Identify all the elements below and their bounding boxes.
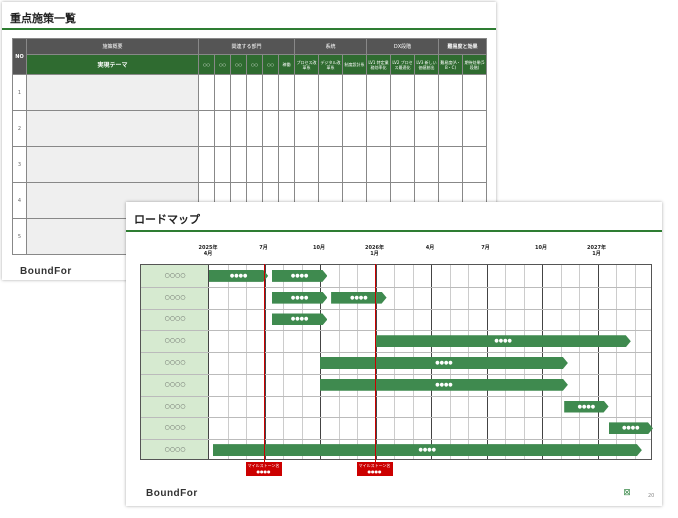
roadmap-bar[interactable]: ●●●● [320,357,568,369]
header-theme: 実現テーマ [26,54,199,75]
row-number: 5 [12,218,27,255]
roadmap-bar[interactable]: ●●●● [564,401,608,413]
row-label: ○○○○ [164,359,186,366]
dept-col: ○○ [262,54,279,75]
row-gridline [141,373,651,375]
row-number: 2 [12,110,27,147]
row-label: ○○○○ [164,424,186,432]
month-label: 10月 [535,245,547,251]
slide1-title-rule [2,28,496,30]
header-measure: 施策概要 [26,38,199,55]
roadmap-bar[interactable]: ●●●● [376,335,631,347]
header-no: NO [12,38,27,75]
month-gridline [246,265,247,459]
dept-col: ○○ [214,54,231,75]
month-gridline [597,265,599,459]
dept-col: ○○ [198,54,215,75]
roadmap-bar[interactable]: ●●●● [209,270,268,282]
row-gridline [141,352,651,354]
slide2-title-rule [126,230,662,232]
row-gridline [141,417,651,419]
row-label: ○○○○ [164,446,186,454]
row-number: 4 [12,182,27,219]
table-row: 1 [12,74,487,111]
header-system: 系統 [294,38,367,55]
system-col: プロセス改革系 [294,54,319,75]
dept-col: ○○ [230,54,247,75]
company-mark-icon: ⊠ [623,488,631,498]
row-gridline [141,308,651,310]
roadmap-bar[interactable]: ●●●● [272,313,328,325]
row-gridline [141,330,651,332]
month-label: 7月 [481,245,490,251]
header-dx: DX段階 [366,38,439,55]
roadmap-grid: ○○○○ ○○○○ ○○○○ ○○○○ ○○○○ ○○○○ ○○○○ ○○○○ ○○○○ ●●●●… [140,264,652,460]
month-label: 2026年 1月 [365,245,384,257]
roadmap-bar[interactable]: ●●●● [609,422,653,434]
month-label: 4月 [425,245,435,251]
row-label: ○○○○ [164,315,186,323]
month-label: 2027年 1月 [587,245,606,257]
milestone-marker[interactable]: マイルストーン名 ●●●● [356,462,393,476]
milestone-line [374,264,376,462]
roadmap-bar[interactable]: ●●●● [272,270,328,282]
month-label: 10月 [313,245,325,251]
header-dept: 関連する部門 [198,38,295,55]
slide-roadmap: ロードマップ 2025年 4月 7月 10月 2026年 1月 4月 7月 10月 2027年… [126,202,662,506]
row-gridline [141,286,651,288]
slide1-logo: BoundFor [20,266,72,277]
row-label: ○○○○ [164,337,186,345]
row-label: ○○○○ [164,271,186,279]
month-label: 7月 [259,245,268,251]
dx-col: LV1 特定業務効率化 [366,54,391,75]
slide2-logo: BoundFor [146,488,198,499]
dept-col: ○○ [246,54,263,75]
month-gridline [264,265,266,459]
row-gridline [141,439,651,441]
milestone-sub: ●●●● [256,469,271,474]
table-row: 2 [12,110,487,147]
row-label: ○○○○ [164,380,186,388]
slide2-title: ロードマップ [134,213,200,226]
milestone-line [263,264,265,462]
theme-cell[interactable] [26,146,199,183]
dx-col: LV2 プロセス最適化 [390,54,415,75]
header-difficulty: 難易度と効果 [438,38,487,55]
milestone-sub: ●●●● [367,469,382,474]
month-label: 2025年 4月 [198,245,218,257]
theme-cell[interactable] [26,74,199,111]
month-gridline [579,265,580,459]
slide1-title: 重点施策一覧 [10,12,76,25]
roadmap-bar[interactable]: ●●●● [213,444,642,456]
month-gridline [227,265,229,459]
row-number: 3 [12,146,27,183]
row-number: 1 [12,74,27,111]
dx-col: LV3 新しい価値創出 [414,54,439,75]
dept-col: 稼働 [278,54,295,75]
difficulty-col: 難易度(A・B・C) [438,54,463,75]
system-col: デジタル改革系 [318,54,343,75]
page-number: 20 [648,493,655,499]
roadmap-bar[interactable]: ●●●● [331,292,387,304]
roadmap-bar[interactable]: ●●●● [320,379,568,391]
row-label: ○○○○ [164,293,186,301]
difficulty-col: 期待効果(5段階) [462,54,487,75]
row-label: ○○○○ [164,402,186,410]
roadmap-bar[interactable]: ●●●● [272,292,328,304]
table-row: 3 [12,146,487,183]
row-gridline [141,395,651,397]
theme-cell[interactable] [26,110,199,147]
system-col: 制度設計系 [342,54,367,75]
milestone-marker[interactable]: マイルストーン名 ●●●● [245,462,282,476]
